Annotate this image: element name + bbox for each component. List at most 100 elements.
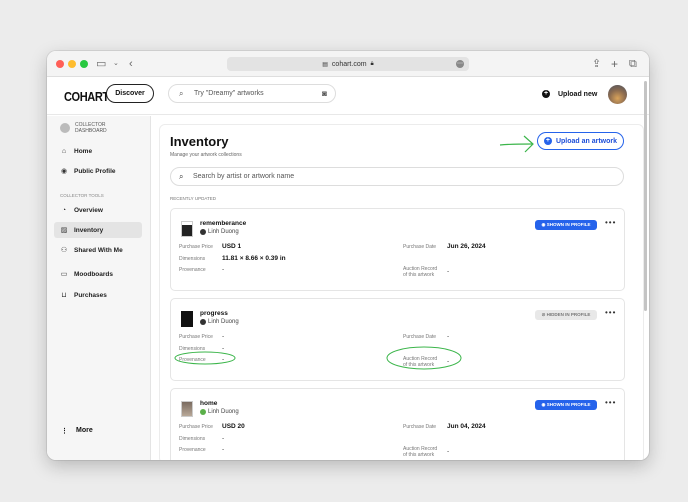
bag-icon: ⊔ — [61, 292, 67, 299]
camera-icon[interactable]: ◙ — [322, 85, 327, 102]
field-label: Dimensions — [179, 346, 206, 352]
field-label: Auction Record of this artwork — [403, 266, 438, 278]
tabs-overview-icon[interactable]: ⧉ — [629, 57, 637, 71]
folder-icon: ▭ — [60, 271, 68, 278]
chevron-down-icon[interactable]: ⌄ — [113, 57, 119, 71]
share-icon[interactable]: ⇪ — [592, 57, 601, 71]
more-options-icon[interactable]: ••• — [605, 218, 616, 227]
field-label: Purchase Price — [179, 334, 213, 340]
discover-button[interactable]: Discover — [106, 84, 154, 103]
browser-toolbar: ▭ ⌄ ‹ ▤ cohart.com 🔒︎ ⋯ ⇪ + ⧉ — [47, 51, 649, 77]
artist-name[interactable]: Linh Duong — [200, 319, 239, 325]
sidebar: COLLECTOR DASHBOARD ⌂ Home ◉ Public Prof… — [47, 116, 151, 460]
upload-artwork-button[interactable]: + Upload an artwork — [537, 132, 624, 150]
people-icon: ⚇ — [60, 247, 68, 254]
image-icon: ▨ — [60, 227, 68, 234]
sidebar-item-label: Moodboards — [74, 270, 113, 278]
field-label: Purchase Date — [403, 244, 437, 250]
sidebar-item-public-profile[interactable]: ◉ Public Profile — [54, 163, 142, 179]
dashboard-icon — [60, 123, 70, 133]
sidebar-item-label: Public Profile — [74, 167, 116, 175]
sidebar-item-label: Overview — [74, 206, 103, 214]
artwork-title[interactable]: home — [200, 400, 217, 407]
artwork-title[interactable]: progress — [200, 310, 228, 317]
page-icon: ▤ — [322, 61, 328, 68]
provenance-value: - — [222, 446, 225, 453]
recently-updated-label: RECENTLY UPDATED — [170, 196, 217, 201]
badge-label: SHOWN IN PROFILE — [546, 402, 591, 407]
profile-icon: ◉ — [60, 168, 68, 175]
sidebar-section-label: COLLECTOR TOOLS — [60, 193, 104, 198]
artwork-thumbnail[interactable] — [181, 401, 193, 417]
artist-label: Linh Duong — [208, 319, 239, 325]
purchase-date-value: - — [447, 333, 450, 340]
zoom-window-button[interactable] — [80, 60, 88, 68]
artist-name[interactable]: Linh Duong — [200, 409, 239, 415]
purchase-price-value: - — [222, 333, 225, 340]
annotation-arrow — [499, 135, 534, 153]
new-tab-icon[interactable]: + — [611, 57, 618, 71]
sidebar-toggle-icon[interactable]: ▭ — [96, 57, 106, 71]
artwork-card[interactable]: progress Linh Duong ⊘ HIDDEN IN PROFILE … — [170, 298, 625, 381]
inventory-panel: Inventory Manage your artwork collection… — [159, 124, 644, 460]
plus-icon: + — [543, 137, 552, 145]
purchase-date-value: Jun 04, 2024 — [447, 423, 486, 430]
purchase-price-value: USD 1 — [222, 243, 242, 250]
auction-record-value: - — [447, 358, 450, 365]
inventory-search-input[interactable]: ⌕ Search by artist or artwork name — [170, 167, 624, 186]
sidebar-item-inventory[interactable]: ▨ Inventory — [54, 222, 142, 238]
more-options-icon[interactable]: ••• — [605, 308, 616, 317]
overview-icon: ◔ — [61, 206, 67, 214]
user-avatar[interactable] — [608, 85, 627, 104]
purchase-price-value: USD 20 — [222, 423, 245, 430]
artwork-search-input[interactable]: ⌕ Try "Dreamy" artworks ◙ — [168, 84, 336, 103]
dimensions-value: - — [222, 345, 225, 352]
more-label: More — [76, 427, 93, 434]
sidebar-item-overview[interactable]: ◔ Overview — [54, 202, 142, 218]
back-arrow-icon[interactable]: ‹ — [129, 57, 133, 71]
page-scrollbar[interactable] — [644, 81, 647, 311]
artwork-thumbnail[interactable] — [181, 221, 193, 237]
artist-avatar — [200, 229, 206, 235]
sidebar-item-shared-with-me[interactable]: ⚇ Shared With Me — [54, 242, 142, 258]
artist-avatar — [200, 319, 206, 325]
sidebar-item-purchases[interactable]: ⊔ Purchases — [54, 287, 142, 303]
more-options-icon[interactable]: ••• — [605, 398, 616, 407]
sidebar-more-button[interactable]: ⋮ More — [61, 427, 93, 435]
artist-label: Linh Duong — [208, 409, 239, 415]
address-bar[interactable]: ▤ cohart.com 🔒︎ ⋯ — [227, 57, 469, 71]
artist-label: Linh Duong — [208, 229, 239, 235]
purchase-date-value: Jun 26, 2024 — [447, 243, 486, 250]
dashboard-label: COLLECTOR DASHBOARD — [75, 122, 107, 134]
artwork-title[interactable]: rememberance — [200, 220, 246, 227]
page-title: Inventory — [170, 134, 229, 149]
cohart-logo[interactable]: COHART — [64, 89, 109, 104]
dashboard-header: COLLECTOR DASHBOARD — [60, 122, 123, 134]
minimize-window-button[interactable] — [68, 60, 76, 68]
artwork-thumbnail[interactable] — [181, 311, 193, 327]
artwork-card[interactable]: rememberance Linh Duong ◉ SHOWN IN PROFI… — [170, 208, 625, 291]
badge-label: SHOWN IN PROFILE — [546, 222, 591, 227]
artwork-card[interactable]: home Linh Duong ◉ SHOWN IN PROFILE ••• P… — [170, 388, 625, 460]
sidebar-item-moodboards[interactable]: ▭ Moodboards — [54, 266, 142, 282]
upload-artwork-label: Upload an artwork — [555, 137, 618, 145]
sidebar-item-label: Inventory — [74, 226, 104, 234]
artist-name[interactable]: Linh Duong — [200, 229, 239, 235]
field-label: Purchase Price — [179, 424, 213, 430]
more-dots-icon[interactable]: ⋯ — [456, 60, 464, 68]
auction-record-value: - — [447, 268, 450, 275]
visibility-badge[interactable]: ◉ SHOWN IN PROFILE — [535, 220, 597, 230]
visibility-badge[interactable]: ◉ SHOWN IN PROFILE — [535, 400, 597, 410]
upload-new-button[interactable]: + Upload new — [542, 90, 597, 98]
provenance-value: - — [222, 356, 225, 363]
close-window-button[interactable] — [56, 60, 64, 68]
field-label: Dimensions — [179, 436, 206, 442]
search-placeholder: Search by artist or artwork name — [193, 173, 295, 180]
field-label: Dimensions — [179, 256, 206, 262]
sidebar-item-home[interactable]: ⌂ Home — [54, 143, 142, 159]
url-text: cohart.com — [331, 60, 367, 68]
field-label: Purchase Price — [179, 244, 213, 250]
search-icon: ⌕ — [179, 172, 184, 181]
auction-record-value: - — [447, 448, 450, 455]
visibility-badge[interactable]: ⊘ HIDDEN IN PROFILE — [535, 310, 597, 320]
